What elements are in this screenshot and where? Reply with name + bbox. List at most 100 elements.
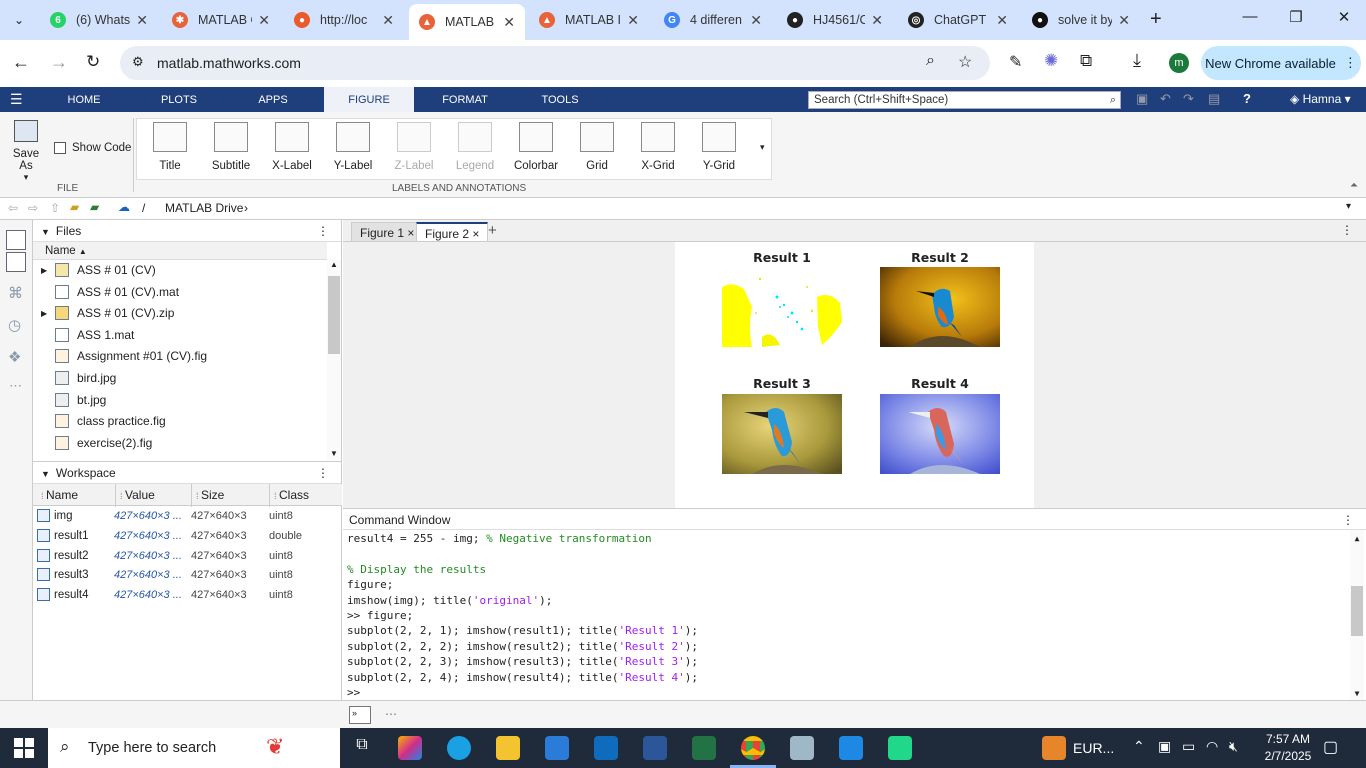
new-tab-button[interactable]: + bbox=[1150, 8, 1162, 31]
file-explorer-icon[interactable] bbox=[496, 736, 520, 760]
figure-menu-icon[interactable]: ⋮ bbox=[1341, 223, 1353, 237]
scroll-thumb[interactable] bbox=[328, 276, 340, 354]
show-code-checkbox[interactable]: Show Code bbox=[54, 142, 131, 154]
toolstrip-tab-figure[interactable]: FIGURE bbox=[324, 87, 414, 112]
up-folder-icon[interactable]: ⇧ bbox=[50, 201, 60, 215]
figure-canvas[interactable]: Result 1 Result 2 Result 3 Result 4 bbox=[675, 242, 1034, 508]
file-list-item[interactable]: ▶ ASS # 01 (CV) bbox=[33, 260, 327, 281]
browser-tab[interactable]: ● solve it by ✕ bbox=[1022, 4, 1140, 36]
command-window-menu-icon[interactable]: ⋮ bbox=[1342, 509, 1354, 531]
column-header-class[interactable]: ⁞ Class bbox=[269, 484, 309, 507]
notifications-icon[interactable]: ▢ bbox=[1323, 737, 1338, 757]
colorbar-button[interactable]: Colorbar bbox=[506, 122, 566, 172]
scroll-down-icon[interactable]: ▼ bbox=[1350, 689, 1364, 698]
close-tab-icon[interactable]: ✕ bbox=[871, 12, 883, 29]
scroll-thumb[interactable] bbox=[1351, 586, 1363, 636]
taskbar-search-box[interactable]: ⌕ Type here to search ❦ bbox=[48, 728, 340, 768]
browser-tab[interactable]: 6 (6) Whats ✕ bbox=[40, 4, 158, 36]
extensions-puzzle-icon[interactable]: ⧉ bbox=[1080, 51, 1092, 71]
browse-folder-icon[interactable]: ▰ bbox=[90, 200, 99, 214]
browser-tab[interactable]: ▲ MATLAB ✕ bbox=[409, 4, 525, 40]
more-panels-icon[interactable]: ⋯ bbox=[9, 378, 22, 394]
files-menu-icon[interactable]: ⋮ bbox=[317, 220, 329, 242]
y-grid-button[interactable]: Y-Grid bbox=[689, 122, 749, 172]
path-root[interactable]: / bbox=[142, 201, 145, 215]
meet-now-icon[interactable]: ▣ bbox=[1158, 738, 1171, 755]
subplot-image-3[interactable] bbox=[722, 394, 842, 474]
workspace-row[interactable]: result1 427×640×3 ... 427×640×3 double bbox=[33, 526, 342, 546]
command-window-scrollbar[interactable]: ▲ ▼ bbox=[1350, 530, 1364, 700]
subplot-image-2[interactable] bbox=[880, 267, 1000, 347]
path-dropdown-icon[interactable]: ▾ bbox=[1346, 201, 1351, 212]
expand-arrow-icon[interactable]: ▶ bbox=[41, 260, 47, 281]
pycharm-icon[interactable] bbox=[888, 736, 912, 760]
scroll-up-icon[interactable]: ▲ bbox=[1350, 534, 1364, 543]
excel-icon[interactable] bbox=[692, 736, 716, 760]
y-label-button[interactable]: Y-Label bbox=[323, 122, 383, 172]
windows-start-icon[interactable] bbox=[14, 738, 34, 758]
close-tab-icon[interactable]: ✕ bbox=[996, 12, 1008, 29]
files-column-header[interactable]: Name ▲ bbox=[33, 242, 327, 260]
tray-app-icon[interactable] bbox=[1042, 736, 1066, 760]
workspace-row[interactable]: result4 427×640×3 ... 427×640×3 uint8 bbox=[33, 585, 342, 605]
toolstrip-tab-apps[interactable]: APPS bbox=[241, 87, 305, 112]
command-history-icon[interactable]: » bbox=[349, 706, 371, 724]
close-tab-icon[interactable]: ✕ bbox=[503, 14, 515, 31]
file-list-item[interactable]: bird.jpg bbox=[33, 368, 327, 389]
status-more-icon[interactable]: ⋯ bbox=[385, 707, 397, 721]
download-icon[interactable]: ⤓ bbox=[1133, 50, 1141, 71]
files-panel-icon[interactable] bbox=[6, 230, 26, 250]
tab-figure-2[interactable]: Figure 2 × bbox=[416, 222, 489, 242]
user-menu[interactable]: ◈ Hamna ▾ bbox=[1290, 92, 1351, 106]
expand-arrow-icon[interactable]: ▶ bbox=[41, 303, 47, 324]
zoom-icon[interactable]: ⌕ bbox=[926, 52, 935, 70]
task-view-icon[interactable]: ⧉ bbox=[350, 736, 374, 760]
redo-icon[interactable]: ↷ bbox=[1183, 91, 1194, 107]
reload-button[interactable]: ↻ bbox=[86, 52, 100, 72]
close-window-button[interactable]: ✕ bbox=[1332, 8, 1356, 26]
code-analyzer-icon[interactable]: ⌘ bbox=[8, 284, 23, 302]
workspace-panel-icon[interactable] bbox=[6, 252, 26, 272]
legend-button[interactable]: Legend bbox=[445, 122, 505, 172]
z-label-button[interactable]: Z-Label bbox=[384, 122, 444, 172]
gallery-expand-icon[interactable]: ▾ bbox=[760, 142, 765, 153]
volume-muted-icon[interactable]: 🔇︎ bbox=[1229, 738, 1238, 755]
tray-chevron-icon[interactable]: ⌃ bbox=[1133, 738, 1145, 755]
file-list-item[interactable]: class practice.fig bbox=[33, 411, 327, 432]
toolstrip-tab-tools[interactable]: TOOLS bbox=[512, 87, 608, 112]
toolstrip-tab-home[interactable]: HOME bbox=[58, 87, 110, 112]
edge-icon[interactable] bbox=[447, 736, 471, 760]
toolstrip-tab-plots[interactable]: PLOTS bbox=[143, 87, 215, 112]
subplot-image-4[interactable] bbox=[880, 394, 1000, 474]
copilot-icon[interactable] bbox=[398, 736, 422, 760]
window-layout-icon[interactable]: ▤ bbox=[1208, 91, 1220, 107]
files-scrollbar[interactable]: ▲ ▼ bbox=[327, 260, 341, 460]
grid-button[interactable]: Grid bbox=[567, 122, 627, 172]
close-tab-icon[interactable]: ✕ bbox=[136, 12, 148, 29]
app-icon[interactable] bbox=[790, 736, 814, 760]
close-icon[interactable]: × bbox=[472, 227, 479, 241]
close-tab-icon[interactable]: ✕ bbox=[382, 12, 394, 29]
title-button[interactable]: Title bbox=[140, 122, 200, 172]
bookmark-star-icon[interactable]: ☆ bbox=[958, 52, 972, 72]
close-tab-icon[interactable]: ✕ bbox=[258, 12, 270, 29]
clock[interactable]: 7:57 AM 2/7/2025 bbox=[1260, 731, 1316, 765]
close-icon[interactable]: × bbox=[407, 226, 414, 240]
close-tab-icon[interactable]: ✕ bbox=[627, 12, 639, 29]
subtitle-button[interactable]: Subtitle bbox=[201, 122, 261, 172]
collapse-ribbon-icon[interactable]: ⏶ bbox=[1350, 180, 1358, 191]
chrome-icon[interactable] bbox=[741, 736, 765, 760]
browser-tab[interactable]: ● HJ4561/C ✕ bbox=[777, 4, 893, 36]
column-header-size[interactable]: ⁞ Size bbox=[191, 484, 224, 507]
close-tab-icon[interactable]: ✕ bbox=[750, 12, 762, 29]
file-list-item[interactable]: ▶ ASS # 01 (CV).zip bbox=[33, 303, 327, 324]
outlook-icon[interactable] bbox=[594, 736, 618, 760]
addons-icon[interactable]: ❖ bbox=[8, 348, 21, 366]
command-window-body[interactable]: result4 = 255 - img; % Negative transfor… bbox=[343, 530, 1366, 700]
save-as-button[interactable]: Save As ▾ bbox=[6, 120, 46, 183]
extension-gemini-icon[interactable]: ✺ bbox=[1044, 51, 1058, 71]
browser-tab[interactable]: ▲ MATLAB I ✕ bbox=[529, 4, 649, 36]
workspace-row[interactable]: result3 427×640×3 ... 427×640×3 uint8 bbox=[33, 565, 342, 585]
wifi-icon[interactable]: ◠ bbox=[1206, 738, 1218, 755]
hamburger-menu-icon[interactable]: ☰ bbox=[10, 91, 23, 108]
